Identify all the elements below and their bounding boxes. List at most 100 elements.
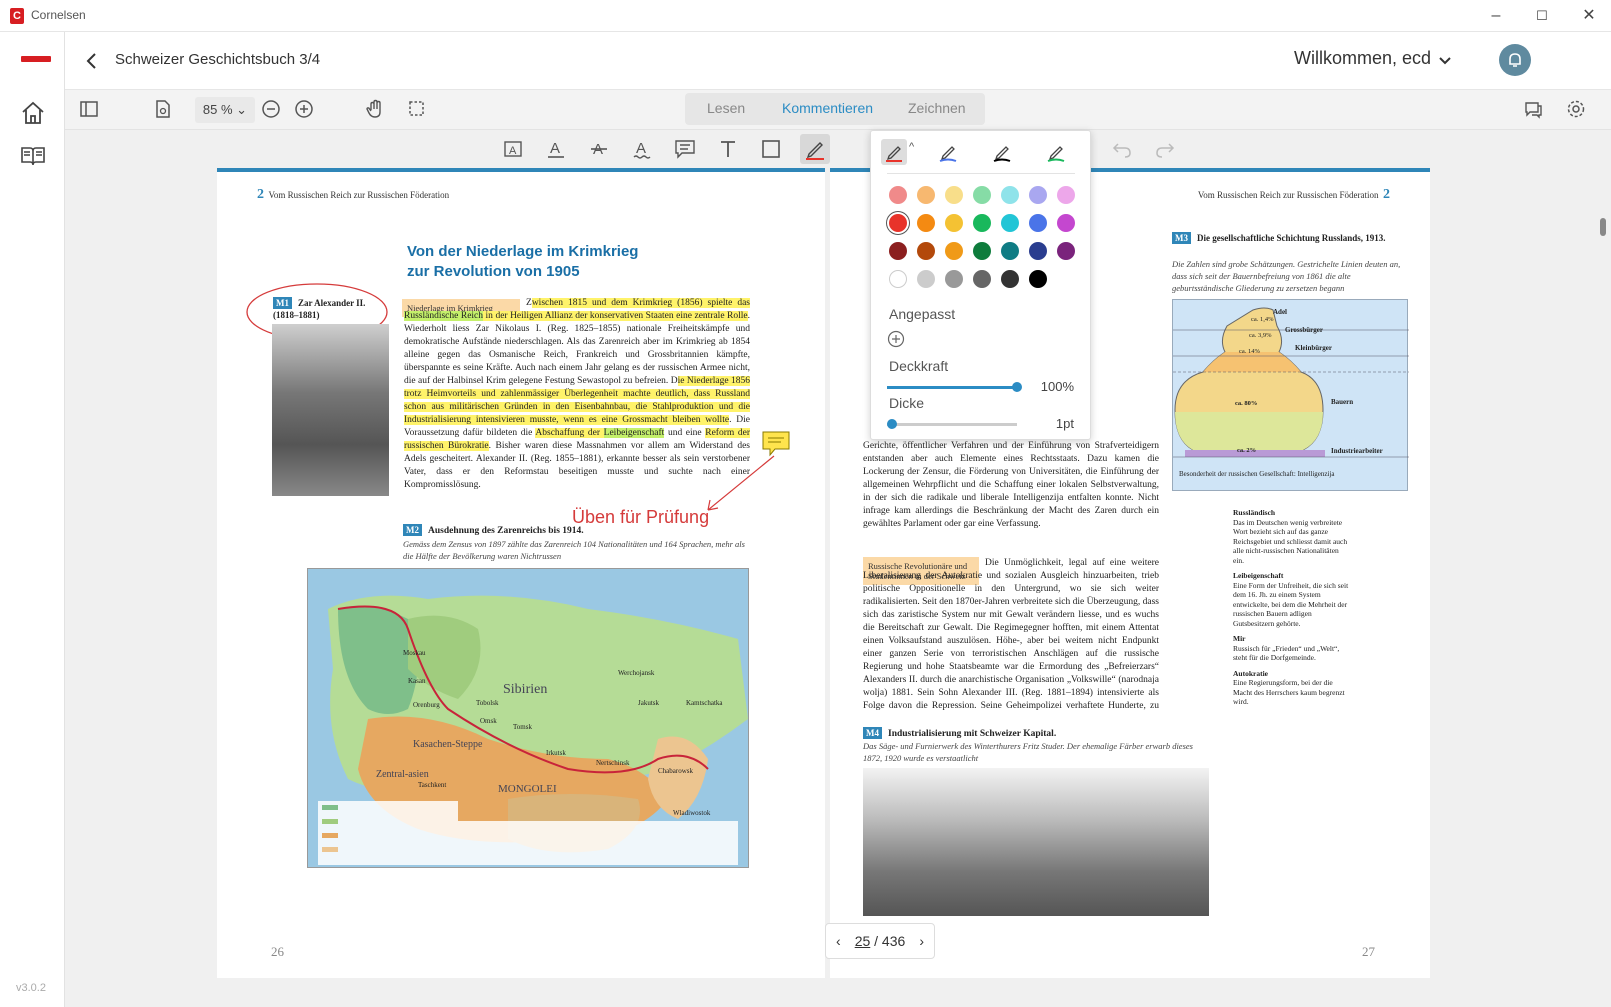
pen-tool-button[interactable] <box>800 134 830 164</box>
red-arrow-annotation[interactable] <box>702 454 782 514</box>
text-underline-icon[interactable]: A <box>543 136 569 162</box>
pen-style-3[interactable] <box>989 139 1015 165</box>
color-swatch[interactable] <box>917 186 935 204</box>
color-swatch[interactable] <box>1029 214 1047 232</box>
current-page-input[interactable]: 25 <box>855 933 871 949</box>
text-box-icon[interactable] <box>715 136 741 162</box>
glossary-def-3: Russisch für „Frieden“ und „Welt“, steht… <box>1233 643 1340 663</box>
version-label: v3.0.2 <box>16 982 46 994</box>
maximize-icon[interactable]: ☐ <box>1530 4 1554 28</box>
m4-caption-block: M4 Industrialisierung mit Schweizer Kapit… <box>863 727 1209 740</box>
chevron-down-icon[interactable] <box>1437 52 1453 68</box>
svg-text:A: A <box>509 145 517 157</box>
opacity-slider-knob[interactable] <box>1012 382 1022 392</box>
pen-style-1[interactable] <box>881 139 907 165</box>
close-icon[interactable]: ✕ <box>1577 4 1601 28</box>
app-name: Cornelsen <box>31 8 86 22</box>
color-swatch[interactable] <box>889 270 907 288</box>
m4-badge: M4 <box>863 727 882 739</box>
color-swatch[interactable] <box>1001 214 1019 232</box>
map-label-irkutsk: Irkutsk <box>546 749 566 757</box>
back-arrow-icon[interactable] <box>81 50 103 72</box>
comment-note-icon[interactable] <box>672 136 698 162</box>
tab-kommentieren[interactable]: Kommentieren <box>782 100 873 116</box>
chapter-title: Von der Niederlage im Krimkrieg zur Revo… <box>407 242 657 282</box>
pyramid-bauern-share: ca. 80% <box>1235 400 1258 407</box>
free-text-annotation[interactable]: Üben für Prüfung <box>572 507 709 528</box>
text-squiggly-icon[interactable]: A <box>629 136 655 162</box>
tab-lesen[interactable]: Lesen <box>707 100 745 116</box>
settings-gear-icon[interactable] <box>1565 98 1587 120</box>
highlight-2[interactable]: in der Heiligen Allianz der konservative… <box>483 311 748 321</box>
color-swatch[interactable] <box>973 186 991 204</box>
brand-logo-icon <box>21 56 51 62</box>
color-swatch[interactable] <box>889 242 907 260</box>
book-icon[interactable] <box>20 143 46 169</box>
sidebar-toggle-icon[interactable] <box>78 98 100 120</box>
highlight-4[interactable]: Abschaffung der <box>535 428 604 438</box>
text-highlight-icon[interactable]: A <box>500 136 526 162</box>
color-swatch[interactable] <box>945 270 963 288</box>
color-swatch[interactable] <box>889 214 907 232</box>
color-swatch[interactable] <box>1001 270 1019 288</box>
highlight-russlaendisch[interactable]: Russländische Reich <box>404 311 484 321</box>
color-swatch[interactable] <box>1057 186 1075 204</box>
map-label-tobolsk: Tobolsk <box>476 699 499 707</box>
thickness-slider-knob[interactable] <box>887 419 897 429</box>
prev-page-icon[interactable]: ‹ <box>836 924 841 958</box>
color-swatch[interactable] <box>1001 242 1019 260</box>
zoom-out-icon[interactable] <box>260 98 282 120</box>
select-area-icon[interactable] <box>406 98 428 120</box>
tab-zeichnen[interactable]: Zeichnen <box>908 100 966 116</box>
color-swatch[interactable] <box>945 242 963 260</box>
color-swatch[interactable] <box>917 242 935 260</box>
minimize-icon[interactable]: – <box>1484 4 1508 28</box>
rectangle-shape-icon[interactable] <box>758 136 784 162</box>
next-page-icon[interactable]: › <box>919 924 924 958</box>
color-swatch[interactable] <box>1057 242 1075 260</box>
add-custom-color-icon[interactable] <box>887 330 905 348</box>
body-text-2: . Wiederholt liess Zar Nikolaus I. (Reg.… <box>404 311 750 386</box>
color-swatch[interactable] <box>917 270 935 288</box>
undo-icon[interactable] <box>1109 136 1135 162</box>
page-view-icon[interactable] <box>152 98 174 120</box>
pen-style-4[interactable] <box>1043 139 1069 165</box>
pen-expand-chevron-icon[interactable]: ^ <box>909 141 914 153</box>
color-swatch[interactable] <box>973 270 991 288</box>
color-swatch[interactable] <box>1029 186 1047 204</box>
custom-color-label: Angepasst <box>889 306 956 322</box>
color-swatch[interactable] <box>945 214 963 232</box>
color-swatch[interactable] <box>973 214 991 232</box>
pyramid-bauern: Bauern <box>1331 398 1354 406</box>
highlight-1[interactable]: wischen 1815 und dem Krimkrieg (1856) sp… <box>531 298 750 308</box>
pen-black-icon <box>993 146 1011 162</box>
color-swatch[interactable] <box>1029 270 1047 288</box>
notification-bell-icon[interactable] <box>1499 44 1531 76</box>
home-icon[interactable] <box>20 100 46 126</box>
color-swatch[interactable] <box>917 214 935 232</box>
color-swatch[interactable] <box>945 186 963 204</box>
comments-icon[interactable] <box>1522 98 1544 120</box>
user-menu-button[interactable]: Willkommen, ecd <box>1294 48 1431 69</box>
color-swatch[interactable] <box>973 242 991 260</box>
glossary-def-1: Das im Deutschen wenig verbreitete Wort … <box>1233 517 1348 565</box>
highlight-leibeigenschaft[interactable]: Leibeigenschaft <box>603 428 665 438</box>
document-viewer[interactable]: 2 Vom Russischen Reich zur Russischen Fö… <box>65 168 1611 1007</box>
pan-hand-icon[interactable] <box>364 98 386 120</box>
cornelsen-logo-icon: C <box>10 8 24 24</box>
color-swatch[interactable] <box>1029 242 1047 260</box>
zoom-in-icon[interactable] <box>293 98 315 120</box>
thickness-slider-track[interactable] <box>887 423 1017 426</box>
vertical-scrollbar[interactable] <box>1600 218 1606 236</box>
m4-caption: Industrialisierung mit Schweizer Kapital… <box>888 729 1057 739</box>
color-swatch[interactable] <box>889 186 907 204</box>
pyramid-kleinbuerger-share: ca. 14% <box>1239 348 1260 355</box>
alexander-portrait-image <box>272 324 389 496</box>
color-swatch[interactable] <box>1057 214 1075 232</box>
redo-icon[interactable] <box>1152 136 1178 162</box>
color-swatch[interactable] <box>1001 186 1019 204</box>
text-strikethrough-icon[interactable]: A <box>586 136 612 162</box>
pen-style-2[interactable] <box>935 139 961 165</box>
window-titlebar: C Cornelsen – ☐ ✕ <box>0 0 1611 32</box>
zoom-select[interactable]: 85 % ⌄ <box>195 97 255 123</box>
